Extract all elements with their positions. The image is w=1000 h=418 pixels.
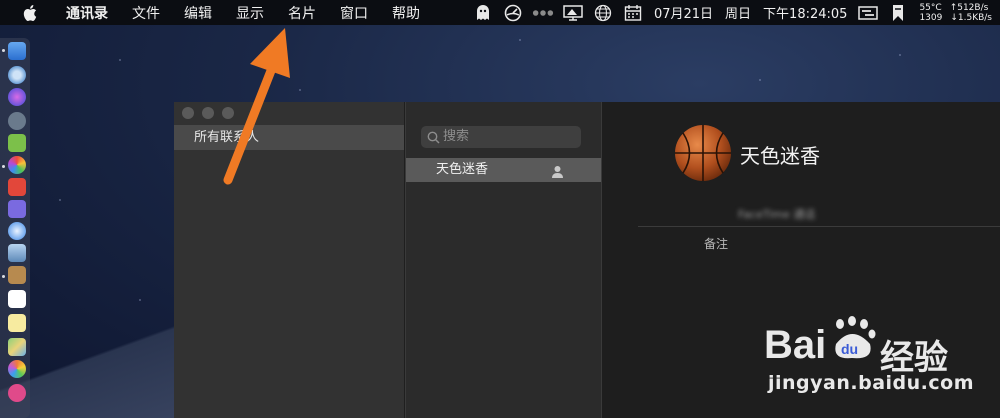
close-button[interactable] (182, 107, 194, 119)
chrome-icon[interactable] (8, 156, 26, 174)
globe-icon[interactable] (592, 4, 614, 22)
clock-weekday[interactable]: 周日 (725, 3, 751, 22)
menu-window[interactable]: 窗口 (328, 3, 380, 23)
watermark-brand-suffix: du (841, 341, 858, 357)
system-stats[interactable]: 55°C ↑512B/s 1309 ↓1.5KB/s (919, 3, 992, 23)
group-label: 所有联系人 (194, 130, 260, 145)
minimize-button[interactable] (202, 107, 214, 119)
contact-list: 搜索 天色迷香 (405, 102, 601, 418)
groups-sidebar: 所有联系人 (174, 102, 404, 418)
bookmark-icon[interactable] (887, 4, 909, 22)
contact-detail-name: 天色迷香 (740, 144, 820, 168)
watermark-brand: Bai (764, 323, 826, 367)
search-icon (427, 130, 440, 152)
group-all-contacts[interactable]: 所有联系人 (174, 125, 404, 150)
dock-running-dot (2, 275, 5, 278)
dock (0, 38, 30, 418)
menu-app-name[interactable]: 通讯录 (54, 3, 120, 23)
cmd-icon[interactable] (857, 4, 879, 22)
ghost-icon[interactable] (472, 4, 494, 22)
fan-rpm: 1309 (919, 12, 943, 23)
menu-card[interactable]: 名片 (276, 3, 328, 23)
net-down: ↓1.5KB/s (950, 12, 992, 23)
finder-icon[interactable] (8, 42, 26, 60)
menubar: 通讯录 文件 编辑 显示 名片 窗口 帮助 07月21日 周日 下午18:24:… (0, 0, 1000, 25)
launchpad-icon[interactable] (8, 66, 26, 84)
photos-icon[interactable] (8, 360, 26, 378)
menu-file[interactable]: 文件 (120, 3, 172, 23)
calendar-icon[interactable] (622, 4, 644, 22)
maps-icon[interactable] (8, 338, 26, 356)
menu-edit[interactable]: 编辑 (172, 3, 224, 23)
dots-icon[interactable] (532, 4, 554, 22)
contact-name: 天色迷香 (436, 162, 489, 177)
android-icon[interactable] (8, 134, 26, 152)
app-purple-icon[interactable] (8, 200, 26, 218)
baidu-watermark: Bai du 经验 jingyan.baidu.com (760, 310, 992, 410)
contact-avatar[interactable] (674, 124, 732, 182)
dock-running-dot (2, 49, 5, 52)
monitor-icon[interactable] (562, 4, 584, 22)
rocket-icon[interactable] (8, 112, 26, 130)
menu-help[interactable]: 帮助 (380, 3, 432, 23)
notes-icon[interactable] (8, 314, 26, 332)
menu-view[interactable]: 显示 (224, 3, 276, 23)
person-icon (551, 163, 564, 187)
calendar-app-icon[interactable] (8, 290, 26, 308)
itunes-icon[interactable] (8, 384, 26, 402)
speedometer-icon[interactable] (502, 4, 524, 22)
cpu-temp: 55°C (919, 2, 942, 13)
facetime-label[interactable]: FaceTime 通话 (738, 206, 815, 222)
apple-icon[interactable] (20, 3, 40, 23)
siri-icon[interactable] (8, 88, 26, 106)
safari-icon[interactable] (8, 222, 26, 240)
search-placeholder: 搜索 (443, 129, 470, 144)
preview-icon[interactable] (8, 244, 26, 262)
clock-date[interactable]: 07月21日 (654, 3, 713, 22)
clock-time[interactable]: 下午18:24:05 (763, 3, 847, 22)
contacts-app-icon[interactable] (8, 266, 26, 284)
zoom-button[interactable] (222, 107, 234, 119)
dock-running-dot (2, 165, 5, 168)
search-field[interactable]: 搜索 (421, 126, 581, 148)
app-red-icon[interactable] (8, 178, 26, 196)
baidu-logo-icon: Bai du (764, 316, 876, 367)
divider (638, 226, 1000, 227)
net-up: ↑512B/s (949, 2, 989, 13)
contact-row[interactable]: 天色迷香 (406, 158, 601, 182)
status-area: 07月21日 周日 下午18:24:05 55°C ↑512B/s 1309 ↓… (468, 0, 1000, 25)
note-label[interactable]: 备注 (704, 235, 728, 252)
watermark-url: jingyan.baidu.com (768, 372, 974, 394)
